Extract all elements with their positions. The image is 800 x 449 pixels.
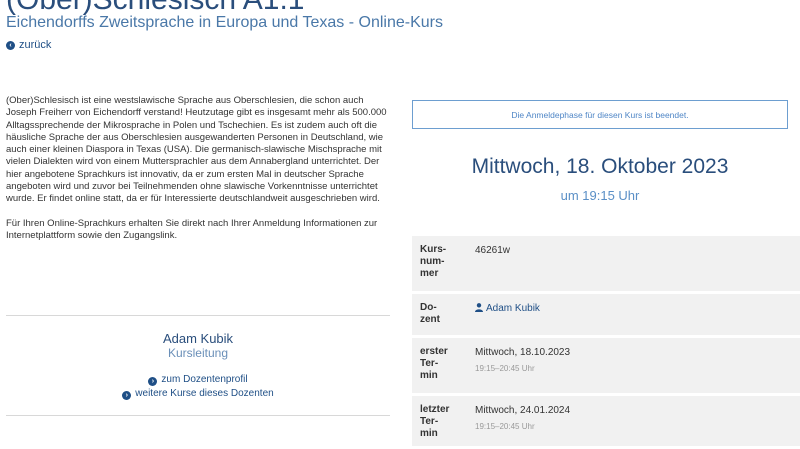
teacher-name: Adam Kubik: [162, 331, 234, 346]
info-value: 46261w: [475, 245, 511, 256]
course-description: (Ober)Schlesisch ist eine westslawische …: [6, 95, 390, 254]
info-row-first-date: erster Ter- min Mittwoch, 18.10.2023 19:…: [412, 338, 800, 393]
info-value: Mittwoch, 24.01.2024 19:15–20:45 Uhr: [460, 396, 570, 446]
info-row-course-number: Kurs- num- mer 46261w: [412, 236, 800, 291]
user-icon: [475, 303, 483, 312]
info-row-lecturer: Do- zent Adam Kubik: [412, 294, 800, 335]
lecturer-link[interactable]: Adam Kubik: [460, 294, 540, 335]
start-time: um 19:15 Uhr: [560, 188, 640, 203]
teacher-more-courses-link[interactable]: › weitere Kurse dieses Dozenten: [6, 388, 390, 400]
chevron-left-circle-icon: ‹: [6, 40, 15, 50]
registration-notice: Die Anmeldephase für diesen Kurs ist bee…: [412, 100, 788, 129]
teacher-role: Kursleitung: [167, 346, 229, 360]
teacher-profile-link-label: zum Dozentenprofil: [161, 374, 248, 385]
first-time: 19:15–20:45 Uhr: [475, 364, 535, 373]
divider: [6, 415, 390, 416]
chevron-right-circle-icon: ›: [148, 377, 158, 386]
lecturer-name: Adam Kubik: [486, 303, 540, 314]
info-label: Do- zent: [420, 302, 440, 325]
divider: [6, 315, 390, 316]
teacher-more-courses-link-label: weitere Kurse dieses Dozenten: [135, 388, 274, 399]
back-link-label: zurück: [19, 39, 52, 51]
course-info-table: Kurs- num- mer 46261w Do- zent Adam Kubi…: [412, 236, 800, 449]
info-label: Kurs- num- mer: [420, 244, 447, 279]
info-row-last-date: letzter Ter- min Mittwoch, 24.01.2024 19…: [412, 396, 800, 446]
description-paragraph: Für Ihren Online-Sprachkurs erhalten Sie…: [6, 217, 378, 241]
back-link[interactable]: ‹ zurück: [6, 39, 51, 51]
info-label: erster Ter- min: [420, 346, 448, 381]
info-value: Mittwoch, 18.10.2023 19:15–20:45 Uhr: [460, 338, 570, 393]
teacher-profile-link[interactable]: › zum Dozentenprofil: [6, 374, 390, 386]
description-paragraph: (Ober)Schlesisch ist eine westslawische …: [6, 95, 387, 205]
last-time: 19:15–20:45 Uhr: [475, 422, 535, 431]
last-date: Mittwoch, 24.01.2024: [475, 405, 571, 416]
info-label: letzter Ter- min: [420, 404, 450, 439]
page-subtitle: Eichendorffs Zweitsprache in Europa und …: [6, 14, 443, 31]
chevron-right-circle-icon: ›: [122, 391, 132, 400]
start-date: Mittwoch, 18. Oktober 2023: [471, 155, 729, 178]
first-date: Mittwoch, 18.10.2023: [475, 347, 571, 358]
